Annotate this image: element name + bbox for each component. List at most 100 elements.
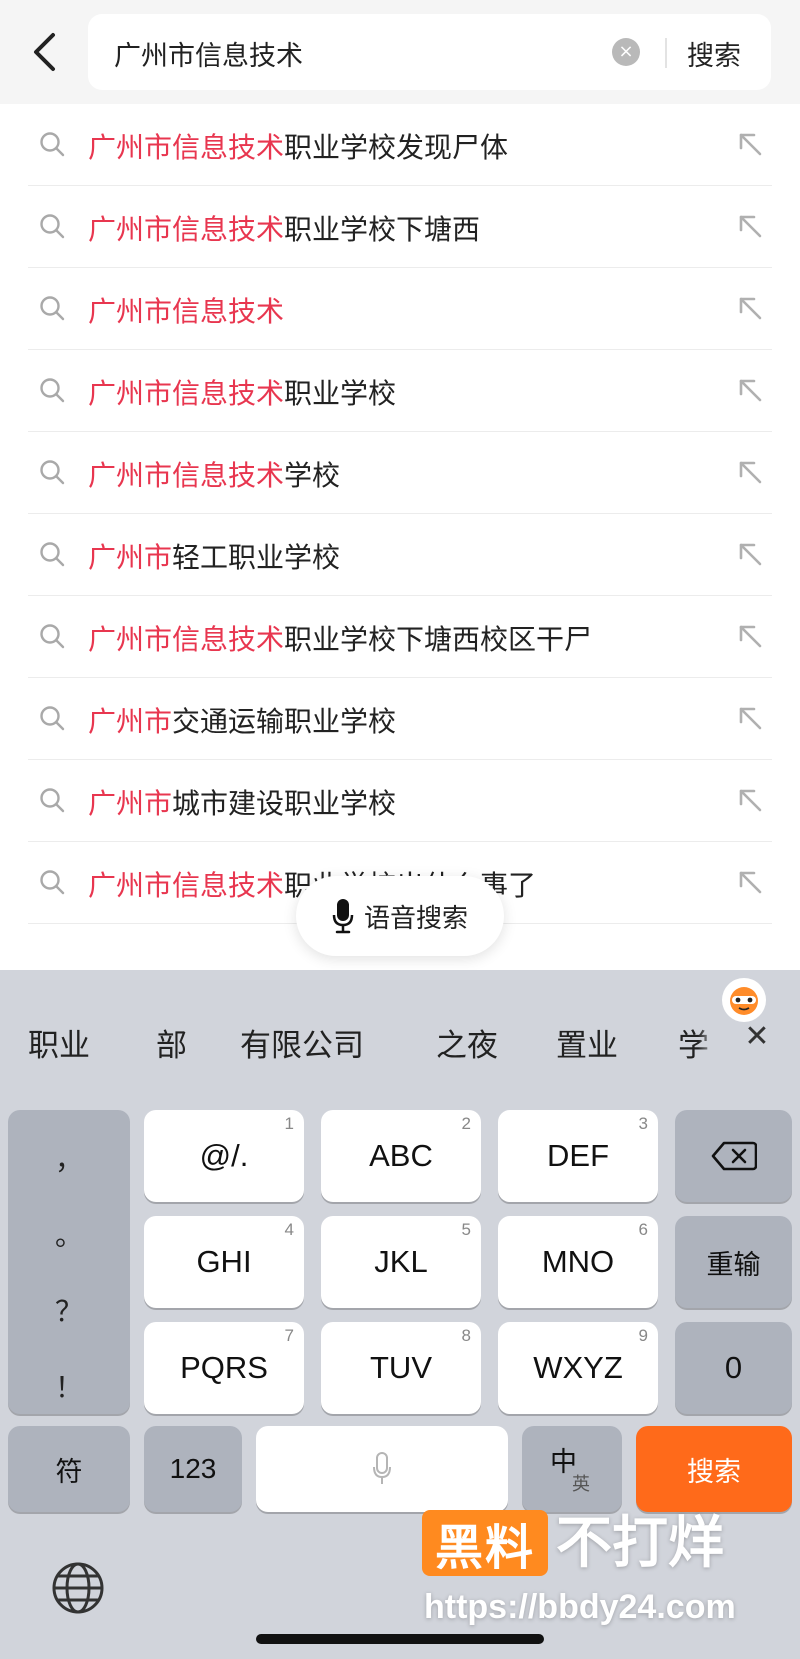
globe-icon[interactable] — [50, 1560, 106, 1616]
suggestion-rest: 职业学校 — [284, 377, 397, 410]
arrow-up-left-icon[interactable] — [734, 456, 766, 488]
suggestion-highlight: 广州市信息技术 — [88, 295, 285, 328]
keyboard-search-button[interactable]: 搜索 — [636, 1426, 792, 1512]
arrow-up-left-icon[interactable] — [734, 784, 766, 816]
key-number: 2 — [461, 1114, 471, 1133]
suggestion-rest: 职业学校下塘西校区干尸 — [284, 623, 593, 656]
candidate-word[interactable]: 之夜 — [436, 1020, 498, 1065]
suggestion-item[interactable]: 广州市城市建设职业学校 — [0, 760, 800, 842]
candidate-bar: 职业 部 有限公司 之夜 置业 学 ✕ — [0, 1000, 800, 1080]
arrow-up-left-icon[interactable] — [734, 374, 766, 406]
suggestion-highlight: 广州市信息技术 — [88, 869, 285, 902]
search-icon — [40, 296, 65, 321]
search-icon — [40, 788, 65, 813]
numbers-label: 123 — [169, 1453, 217, 1484]
search-icon — [40, 214, 65, 239]
candidate-word[interactable]: 有限公司 — [240, 1020, 364, 1065]
punct-comma[interactable]: ， — [8, 1138, 130, 1178]
arrow-up-left-icon[interactable] — [734, 210, 766, 242]
arrow-up-left-icon[interactable] — [734, 866, 766, 898]
key-label: WXYZ — [533, 1350, 623, 1385]
back-button[interactable] — [24, 30, 64, 74]
candidate-word[interactable]: 部 — [156, 1020, 187, 1065]
suggestion-list: 广州市信息技术职业学校发现尸体 广州市信息技术职业学校下塘西 广州市信息技术 广州市信… — [0, 104, 800, 924]
key-0[interactable]: 0 — [675, 1322, 792, 1414]
suggestion-item[interactable]: 广州市交通运输职业学校 — [0, 678, 800, 760]
arrow-up-left-icon[interactable] — [734, 538, 766, 570]
candidate-fade — [698, 1000, 718, 1080]
suggestion-rest: 轻工职业学校 — [172, 541, 341, 574]
divider — [665, 38, 667, 68]
retype-button[interactable]: 重输 — [675, 1216, 792, 1308]
lang-alt-label: 英 — [572, 1474, 590, 1495]
language-switch-button[interactable]: 中 英 — [522, 1426, 622, 1512]
key-1[interactable]: @/. 1 — [144, 1110, 304, 1202]
suggestion-item[interactable]: 广州市轻工职业学校 — [0, 514, 800, 596]
search-input[interactable]: 广州市信息技术 × 搜索 — [88, 14, 771, 90]
punct-exclaim[interactable]: ！ — [8, 1366, 130, 1406]
suggestion-item[interactable]: 广州市信息技术 — [0, 268, 800, 350]
suggestion-rest: 学校 — [284, 459, 341, 492]
arrow-up-left-icon[interactable] — [734, 702, 766, 734]
punct-period[interactable]: 。 — [8, 1214, 130, 1254]
search-header: 广州市信息技术 × 搜索 — [0, 0, 800, 104]
key-8[interactable]: TUV 8 — [321, 1322, 481, 1414]
suggestion-text: 广州市信息技术 — [88, 290, 284, 330]
backspace-button[interactable] — [675, 1110, 792, 1202]
punctuation-column[interactable]: ， 。 ？ ！ — [8, 1110, 130, 1414]
key-9[interactable]: WXYZ 9 — [498, 1322, 658, 1414]
key-label: ABC — [369, 1138, 433, 1173]
suggestion-item[interactable]: 广州市信息技术职业学校下塘西 — [0, 186, 800, 268]
voice-search-button[interactable]: 语音搜索 — [296, 876, 504, 956]
suggestion-text: 广州市交通运输职业学校 — [88, 700, 396, 740]
key-label: PQRS — [180, 1350, 268, 1385]
key-2[interactable]: ABC 2 — [321, 1110, 481, 1202]
search-icon — [40, 624, 65, 649]
arrow-up-left-icon[interactable] — [734, 292, 766, 324]
suggestion-item[interactable]: 广州市信息技术职业学校 — [0, 350, 800, 432]
home-indicator[interactable] — [256, 1634, 544, 1644]
watermark: 黑料 不打烊 https://bbdy24.com — [422, 1510, 762, 1640]
suggestion-text: 广州市信息技术职业学校下塘西校区干尸 — [88, 618, 592, 658]
clear-icon[interactable]: × — [612, 38, 640, 66]
suggestion-text: 广州市信息技术职业学校 — [88, 372, 396, 412]
numbers-button[interactable]: 123 — [144, 1426, 242, 1512]
arrow-up-left-icon[interactable] — [734, 128, 766, 160]
search-query-text: 广州市信息技术 — [114, 41, 303, 72]
suggestion-item[interactable]: 广州市信息技术职业学校发现尸体 — [0, 104, 800, 186]
microphone-icon — [332, 899, 354, 934]
candidate-word[interactable]: 职业 — [28, 1020, 90, 1065]
key-7[interactable]: PQRS 7 — [144, 1322, 304, 1414]
watermark-url: https://bbdy24.com — [424, 1588, 736, 1626]
suggestion-highlight: 广州市信息技术 — [88, 377, 285, 410]
suggestion-item[interactable]: 广州市信息技术职业学校下塘西校区干尸 — [0, 596, 800, 678]
key-label: GHI — [196, 1244, 252, 1279]
candidate-word[interactable]: 置业 — [556, 1020, 618, 1065]
suggestion-rest: 职业学校下塘西 — [284, 213, 481, 246]
suggestion-highlight: 广州市信息技术 — [88, 623, 285, 656]
key-3[interactable]: DEF 3 — [498, 1110, 658, 1202]
suggestion-rest: 职业学校发现尸体 — [284, 131, 509, 164]
key-4[interactable]: GHI 4 — [144, 1216, 304, 1308]
search-icon — [40, 460, 65, 485]
suggestion-highlight: 广州市 — [88, 787, 173, 820]
symbols-button[interactable]: 符 — [8, 1426, 130, 1512]
suggestion-text: 广州市轻工职业学校 — [88, 536, 340, 576]
search-button[interactable]: 搜索 — [687, 34, 741, 73]
suggestion-highlight: 广州市 — [88, 541, 173, 574]
key-number: 6 — [638, 1220, 648, 1239]
suggestion-highlight: 广州市信息技术 — [88, 213, 285, 246]
search-icon — [40, 870, 65, 895]
arrow-up-left-icon[interactable] — [734, 620, 766, 652]
key-5[interactable]: JKL 5 — [321, 1216, 481, 1308]
suggestion-text: 广州市信息技术职业学校发现尸体 — [88, 126, 508, 166]
key-6[interactable]: MNO 6 — [498, 1216, 658, 1308]
close-candidates-icon[interactable]: ✕ — [737, 1016, 777, 1056]
suggestion-item[interactable]: 广州市信息技术学校 — [0, 432, 800, 514]
punct-question[interactable]: ？ — [8, 1290, 130, 1330]
key-label: TUV — [370, 1350, 432, 1385]
suggestion-highlight: 广州市信息技术 — [88, 131, 285, 164]
key-label: JKL — [374, 1244, 428, 1279]
keyboard-search-label: 搜索 — [687, 1456, 741, 1488]
space-button[interactable] — [256, 1426, 508, 1512]
